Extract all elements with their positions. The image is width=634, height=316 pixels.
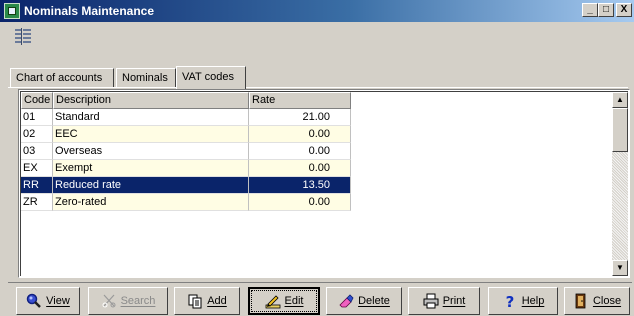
- rate-cell: 13.50: [249, 177, 351, 194]
- scroll-up-button[interactable]: ▲: [612, 92, 628, 108]
- title-bar: Nominals Maintenance _ □ X: [0, 0, 634, 22]
- close-button[interactable]: Close: [564, 287, 630, 315]
- add-label: Add: [207, 295, 227, 307]
- column-header-code[interactable]: Code: [21, 92, 53, 109]
- print-label: Print: [442, 295, 466, 307]
- column-header-description[interactable]: Description: [53, 92, 249, 109]
- delete-button[interactable]: Delete: [326, 287, 402, 315]
- tab-label: Chart of accounts: [16, 72, 103, 84]
- tab-chart-of-accounts[interactable]: Chart of accounts: [10, 68, 114, 88]
- door-exit-icon: [573, 293, 589, 309]
- search-label: Search: [120, 295, 156, 307]
- pencil-edit-icon: [265, 293, 281, 309]
- delete-label: Delete: [358, 295, 390, 307]
- search-button[interactable]: Search: [88, 287, 168, 315]
- description-cell: Standard: [53, 109, 249, 126]
- help-label: Help: [521, 295, 545, 307]
- table-row[interactable]: 03 Overseas 0.00: [21, 143, 351, 160]
- vertical-scrollbar[interactable]: ▲ ▼: [612, 92, 628, 276]
- close-window-button[interactable]: X: [616, 3, 632, 17]
- table-row[interactable]: ZR Zero-rated 0.00: [21, 194, 351, 211]
- code-cell: EX: [21, 160, 53, 177]
- view-button[interactable]: View: [16, 287, 80, 315]
- rate-cell: 0.00: [249, 143, 351, 160]
- table-row[interactable]: 01 Standard 21.00: [21, 109, 351, 126]
- window-controls: _ □ X: [582, 3, 632, 17]
- rate-cell: 0.00: [249, 126, 351, 143]
- tab-label: VAT codes: [182, 71, 234, 83]
- scroll-thumb[interactable]: [612, 108, 628, 152]
- code-cell: 01: [21, 109, 53, 126]
- code-cell: RR: [21, 177, 53, 194]
- maximize-button[interactable]: □: [598, 3, 614, 17]
- question-mark-icon: ?: [502, 293, 518, 311]
- rate-cell: 0.00: [249, 194, 351, 211]
- minimize-button[interactable]: _: [582, 3, 598, 17]
- copy-documents-icon: [187, 293, 203, 309]
- scroll-down-button[interactable]: ▼: [612, 260, 628, 276]
- close-label: Close: [592, 295, 622, 307]
- table-row[interactable]: RR Reduced rate 13.50: [21, 177, 351, 194]
- view-label: View: [46, 295, 70, 307]
- grid-header: Code Description Rate: [21, 92, 351, 109]
- description-cell: Overseas: [53, 143, 249, 160]
- grid-tool-icon[interactable]: [14, 28, 32, 46]
- window-title: Nominals Maintenance: [24, 4, 155, 18]
- code-cell: ZR: [21, 194, 53, 211]
- tab-nominals[interactable]: Nominals: [116, 68, 176, 88]
- grid-rows: 01 Standard 21.00 02 EEC 0.00 03 Overseas 0.00 EX…: [21, 109, 351, 211]
- column-header-rate[interactable]: Rate: [249, 92, 351, 109]
- table-row[interactable]: EX Exempt 0.00: [21, 160, 351, 177]
- tab-vat-codes[interactable]: VAT codes: [176, 66, 246, 89]
- edit-label: Edit: [284, 295, 304, 307]
- print-button[interactable]: Print: [408, 287, 480, 315]
- description-cell: Exempt: [53, 160, 249, 177]
- binoculars-icon: [101, 293, 117, 309]
- tab-label: Nominals: [122, 72, 168, 84]
- code-cell: 03: [21, 143, 53, 160]
- eraser-icon: [338, 293, 354, 309]
- description-cell: Zero-rated: [53, 194, 249, 211]
- add-button[interactable]: Add: [174, 287, 240, 315]
- code-cell: 02: [21, 126, 53, 143]
- printer-icon: [423, 293, 439, 309]
- vat-codes-grid: Code Description Rate 01 Standard 21.00 02 E…: [18, 89, 630, 278]
- description-cell: EEC: [53, 126, 249, 143]
- button-bar: View Search Add Edit Delete Print ? Help…: [8, 282, 632, 315]
- rate-cell: 21.00: [249, 109, 351, 126]
- app-icon[interactable]: [4, 3, 20, 19]
- svg-text:?: ?: [505, 293, 514, 309]
- help-button[interactable]: ? Help: [488, 287, 558, 315]
- table-row[interactable]: 02 EEC 0.00: [21, 126, 351, 143]
- magnifier-icon: [26, 293, 42, 309]
- rate-cell: 0.00: [249, 160, 351, 177]
- tab-divider: [8, 87, 628, 88]
- edit-button[interactable]: Edit: [248, 287, 320, 315]
- description-cell: Reduced rate: [53, 177, 249, 194]
